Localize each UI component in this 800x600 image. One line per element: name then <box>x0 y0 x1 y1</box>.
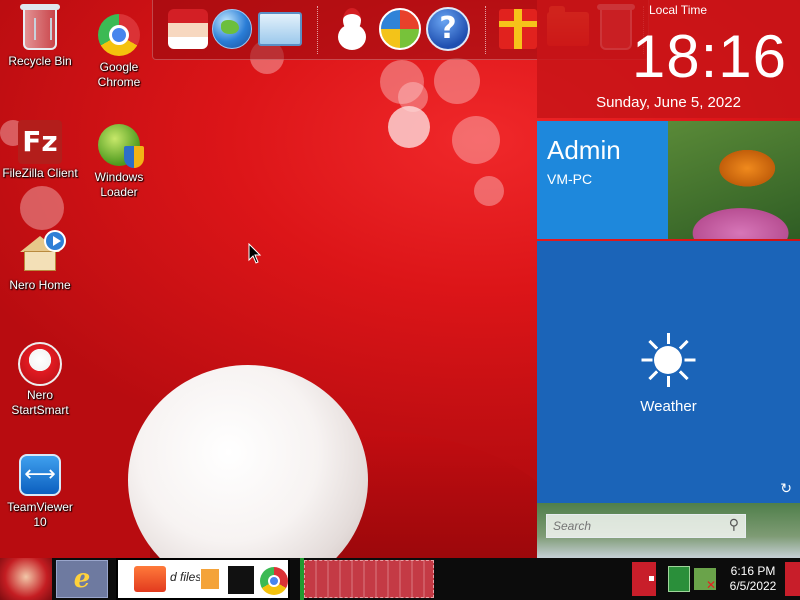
pompom <box>128 365 368 558</box>
desktop-icon-nero-startsmart[interactable]: Nero StartSmart <box>0 342 83 418</box>
tray-volume-icon[interactable] <box>694 568 716 592</box>
desktop-icon-teamviewer[interactable]: TeamViewer 10 <box>0 454 83 530</box>
bokeh-light <box>452 116 500 164</box>
user-tile[interactable]: Admin VM-PC <box>537 121 800 239</box>
control-panel-icon[interactable] <box>257 6 303 52</box>
search-box[interactable]: ⚲ <box>546 514 746 538</box>
desktop-icon-label: Nero Home <box>9 278 71 292</box>
clock-date: Sunday, June 5, 2022 <box>596 94 741 111</box>
sun-icon <box>641 333 696 387</box>
help-icon[interactable]: ? <box>425 6 471 52</box>
internet-explorer-icon: e <box>73 564 91 594</box>
nero-home-icon <box>18 230 66 276</box>
tray-action-center-icon[interactable] <box>632 562 656 596</box>
desktop-icon-windows-loader[interactable]: Windows Loader <box>76 124 162 200</box>
taskbar: e d files 6:16 PM 6/5/2022 <box>0 558 800 600</box>
bokeh-light <box>398 82 428 112</box>
internet-explorer-button[interactable]: e <box>56 560 108 598</box>
weather-tile[interactable]: Weather ↻ <box>537 241 800 503</box>
desktop-icon-nero-home[interactable]: Nero Home <box>0 230 83 293</box>
desktop-icon-label: Google Chrome <box>97 60 141 89</box>
clock-widget[interactable]: Local Time 18:16 Sunday, June 5, 2022 <box>537 0 800 118</box>
desktop-icon-label: Nero StartSmart <box>11 388 69 417</box>
filezilla-icon: Fz <box>18 120 62 164</box>
search-icon[interactable]: ⚲ <box>729 517 739 533</box>
tray-date: 6/5/2022 <box>729 579 777 593</box>
windows-circle-icon[interactable] <box>377 6 423 52</box>
window-thumbnail <box>228 566 254 594</box>
search-tile: ⚲ <box>537 503 800 558</box>
bokeh-light <box>434 58 480 104</box>
gift-icon[interactable] <box>495 6 541 52</box>
taskbar-window-label: d files <box>170 570 202 584</box>
start-button[interactable] <box>0 558 52 600</box>
teamviewer-icon <box>18 454 62 498</box>
weather-label: Weather <box>640 398 697 415</box>
taskbar-empty-area[interactable] <box>304 560 434 598</box>
clock-title: Local Time <box>649 3 708 17</box>
chrome-icon <box>260 567 288 595</box>
windows-loader-icon <box>97 124 144 168</box>
clock-time: 18:16 <box>631 23 787 90</box>
search-input[interactable] <box>547 515 717 537</box>
bokeh-light <box>388 106 430 148</box>
dock-separator <box>317 6 318 54</box>
recycle-bin-icon <box>18 4 62 52</box>
user-picture-butterfly <box>668 121 800 239</box>
sidebar-gadgets: Local Time 18:16 Sunday, June 5, 2022 Ad… <box>537 0 800 558</box>
media-player-icon <box>200 568 220 590</box>
folder-icon <box>134 566 166 592</box>
tray-clock[interactable]: 6:16 PM 6/5/2022 <box>720 564 786 594</box>
desktop-icon-google-chrome[interactable]: Google Chrome <box>76 14 162 90</box>
bokeh-light <box>474 176 504 206</box>
desktop-icon-recycle-bin[interactable]: Recycle Bin <box>0 4 83 69</box>
show-desktop-button[interactable] <box>785 562 800 596</box>
dock-separator <box>485 6 486 54</box>
bokeh-light <box>20 186 64 230</box>
computer-name: VM-PC <box>547 171 593 187</box>
mouse-cursor-icon <box>248 243 262 264</box>
chrome-icon <box>97 14 141 58</box>
desktop-icon-label: FileZilla Client <box>2 166 78 180</box>
nero-startsmart-icon <box>18 342 62 386</box>
santa-screen-icon[interactable] <box>165 6 211 52</box>
taskbar-window-preview[interactable]: d files <box>116 558 290 600</box>
tray-time: 6:16 PM <box>730 564 776 578</box>
desktop-icon-label: Windows Loader <box>94 170 144 199</box>
user-name: Admin <box>547 135 621 165</box>
refresh-icon[interactable]: ↻ <box>780 481 792 497</box>
desktop-icon-filezilla[interactable]: Fz FileZilla Client <box>0 120 83 181</box>
snowman-icon[interactable] <box>329 6 375 52</box>
globe-icon[interactable] <box>209 6 255 52</box>
desktop-icon-label: TeamViewer 10 <box>7 500 73 529</box>
tray-network-icon[interactable] <box>668 566 690 592</box>
desktop-icon-label: Recycle Bin <box>8 54 72 68</box>
